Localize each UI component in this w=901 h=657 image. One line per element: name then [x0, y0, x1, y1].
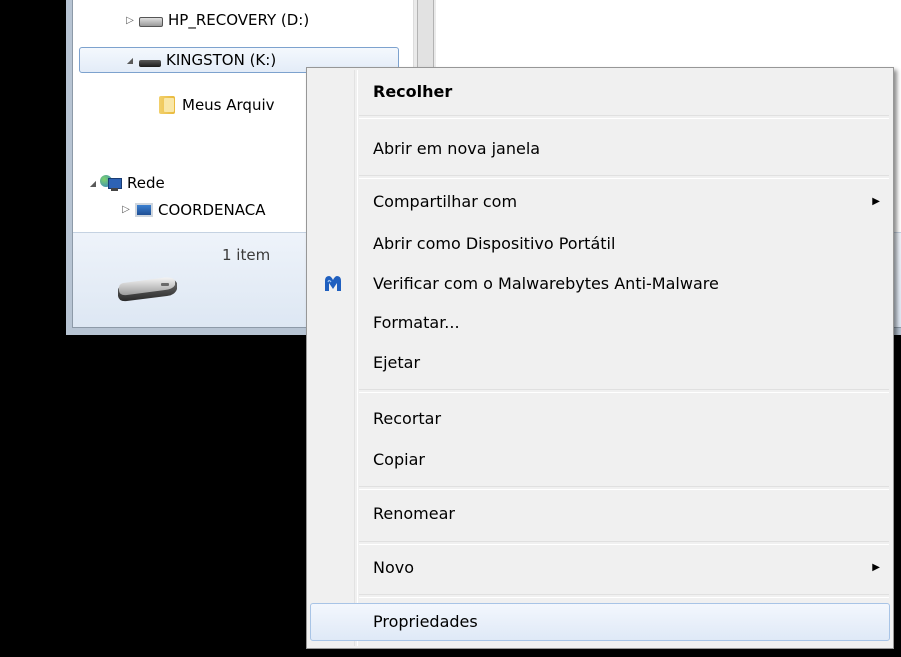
- menu-item-cut[interactable]: Recortar: [310, 401, 890, 437]
- tree-item-label: Meus Arquiv: [182, 96, 275, 114]
- menu-item-share-with[interactable]: Compartilhar com ▶: [310, 184, 890, 220]
- menu-item-label: Formatar...: [373, 313, 460, 332]
- submenu-arrow-icon: ▶: [872, 562, 880, 573]
- hard-drive-icon: [139, 17, 163, 27]
- context-menu: Recolher Abrir em nova janela Compartilh…: [306, 67, 894, 649]
- menu-item-properties[interactable]: Propriedades: [310, 603, 890, 641]
- menu-item-label: Verificar com o Malwarebytes Anti-Malwar…: [373, 274, 719, 293]
- collapse-arrow-icon[interactable]: ◢: [88, 179, 98, 188]
- tree-item-label: Rede: [127, 174, 165, 192]
- menu-item-label: Renomear: [373, 504, 455, 523]
- menu-item-label: Propriedades: [373, 612, 478, 631]
- item-count-label: 1 item: [222, 246, 271, 264]
- menu-item-label: Abrir como Dispositivo Portátil: [373, 234, 616, 253]
- network-icon: [100, 174, 122, 192]
- menu-item-eject[interactable]: Ejetar: [310, 345, 890, 381]
- submenu-arrow-icon: ▶: [872, 196, 880, 207]
- menu-separator: [359, 389, 889, 393]
- menu-item-label: Copiar: [373, 450, 425, 469]
- tree-item-label: HP_RECOVERY (D:): [168, 11, 310, 29]
- folder-icon: [159, 96, 175, 114]
- menu-separator: [359, 486, 889, 490]
- menu-item-open-new-window[interactable]: Abrir em nova janela: [310, 131, 890, 167]
- menu-item-new[interactable]: Novo ▶: [310, 550, 890, 586]
- menu-item-label: Recortar: [373, 409, 442, 428]
- menu-item-label: Recolher: [373, 82, 453, 101]
- usb-drive-icon: [139, 59, 161, 67]
- screen: ▷ HP_RECOVERY (D:) ◢ KINGSTON (K:) Meus …: [0, 0, 901, 657]
- menu-separator: [359, 541, 889, 545]
- menu-item-scan-malwarebytes[interactable]: Verificar com o Malwarebytes Anti-Malwar…: [310, 266, 890, 302]
- menu-item-open-portable-device[interactable]: Abrir como Dispositivo Portátil: [310, 226, 890, 262]
- menu-separator: [359, 175, 889, 179]
- menu-item-label: Novo: [373, 558, 415, 577]
- expand-arrow-icon[interactable]: ▷: [119, 204, 133, 215]
- menu-item-format[interactable]: Formatar...: [310, 305, 890, 341]
- tree-item-label: KINGSTON (K:): [166, 51, 277, 69]
- menu-item-collapse[interactable]: Recolher: [310, 74, 890, 110]
- removable-drive-icon: [118, 277, 177, 302]
- expand-arrow-icon[interactable]: ▷: [123, 15, 137, 26]
- collapse-arrow-icon[interactable]: ◢: [123, 56, 137, 65]
- menu-item-label: Compartilhar com: [373, 192, 518, 211]
- tree-item-hp-recovery[interactable]: ▷ HP_RECOVERY (D:): [123, 7, 393, 33]
- menu-item-label: Ejetar: [373, 353, 421, 372]
- menu-item-copy[interactable]: Copiar: [310, 442, 890, 478]
- menu-item-rename[interactable]: Renomear: [310, 496, 890, 532]
- menu-separator: [359, 594, 889, 598]
- menu-separator: [359, 115, 889, 119]
- tree-item-rede[interactable]: ◢ Rede: [88, 170, 328, 196]
- menu-item-label: Abrir em nova janela: [373, 139, 541, 158]
- desktop-background: [0, 0, 66, 657]
- malwarebytes-icon: [325, 276, 341, 291]
- computer-icon: [135, 203, 153, 217]
- tree-item-label: COORDENACA: [158, 201, 266, 219]
